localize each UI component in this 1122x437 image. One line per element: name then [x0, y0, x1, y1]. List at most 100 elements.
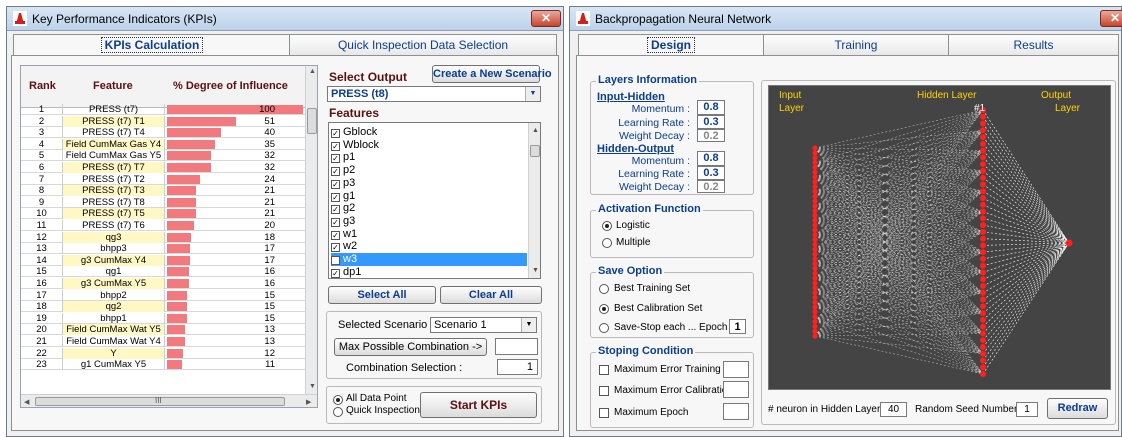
table-row[interactable]: 16 g3 CumMax Y5 16: [21, 278, 305, 289]
kpi-vscroll-thumb[interactable]: [307, 108, 317, 134]
max-error-training-checkbox[interactable]: [599, 365, 609, 375]
kpi-table[interactable]: Rank Feature % Degree of Influence 1 PRES…: [20, 65, 318, 408]
table-row[interactable]: 18 qg2 15: [21, 301, 305, 313]
checkbox-icon[interactable]: ✓: [331, 129, 340, 138]
save-stop-radio[interactable]: [599, 323, 609, 333]
kpi-close-button[interactable]: ✕: [531, 10, 561, 27]
kpi-titlebar[interactable]: Key Performance Indicators (KPIs) ✕: [7, 7, 563, 31]
checkbox-icon[interactable]: ✓: [331, 230, 340, 240]
feature-list-item[interactable]: ✓ Wblock: [331, 139, 527, 152]
table-row[interactable]: 2 PRESS (t7) T1 51: [21, 115, 305, 127]
neurons-field[interactable]: 40: [880, 402, 907, 417]
feature-list-item[interactable]: ✓ p3: [331, 177, 527, 190]
table-row[interactable]: 6 PRESS (t7) T7 32: [21, 162, 305, 173]
checkbox-icon[interactable]: ✓: [331, 217, 340, 227]
checkbox-icon[interactable]: ✓: [331, 192, 340, 202]
feature-list-item[interactable]: ✓ Gblock: [331, 126, 527, 139]
feature-list-item[interactable]: ✓ p1: [331, 151, 527, 164]
checkbox-icon[interactable]: ✓: [331, 256, 340, 265]
column-header-rank[interactable]: Rank: [29, 80, 56, 92]
chevron-down-icon[interactable]: ▼: [525, 87, 540, 101]
table-row[interactable]: 19 bhpp1 15: [21, 312, 305, 324]
redraw-button[interactable]: Redraw: [1047, 398, 1108, 419]
table-row[interactable]: 3 PRESS (t7) T4 40: [21, 127, 305, 139]
max-error-training-field[interactable]: [723, 361, 749, 378]
scenario-select[interactable]: Scenario 1 ▼: [430, 317, 537, 333]
feature-list-item[interactable]: ✓ p2: [331, 164, 527, 177]
tab-training[interactable]: Training: [763, 34, 949, 56]
checkbox-icon[interactable]: ✓: [331, 243, 340, 253]
max-epoch-checkbox[interactable]: [599, 408, 609, 418]
feature-list-item[interactable]: ✓ g3: [331, 215, 527, 228]
checkbox-icon[interactable]: ✓: [331, 179, 340, 189]
logistic-radio[interactable]: [602, 221, 612, 231]
table-row[interactable]: 14 g3 CumMax Y4 17: [21, 254, 305, 266]
tab-design[interactable]: Design: [578, 34, 764, 56]
table-row[interactable]: 10 PRESS (t7) T5 21: [21, 208, 305, 220]
table-row[interactable]: 7 PRESS (t7) T2 24: [21, 173, 305, 185]
all-data-radio[interactable]: [333, 395, 343, 405]
seed-field[interactable]: 1: [1016, 402, 1038, 417]
table-row[interactable]: 5 Field CumMax Gas Y5 32: [21, 150, 305, 162]
table-row[interactable]: 21 Field CumMax Wat Y4 13: [21, 336, 305, 347]
combination-selection-field[interactable]: 1: [497, 359, 538, 375]
table-row[interactable]: 11 PRESS (t7) T6 20: [21, 220, 305, 231]
scroll-left-icon[interactable]: ◀: [24, 398, 29, 406]
table-row[interactable]: 22 Y 12: [21, 347, 305, 359]
nn-titlebar[interactable]: Backpropagation Neural Network ✕: [570, 7, 1122, 31]
multiple-radio[interactable]: [602, 238, 612, 248]
table-row[interactable]: 1 PRESS (t7) 100: [21, 104, 305, 115]
feature-list-item[interactable]: ✓ g2: [331, 202, 527, 215]
scroll-up-icon[interactable]: ▲: [306, 68, 317, 75]
kpi-table-vscrollbar[interactable]: ▲ ▼: [305, 66, 317, 394]
kpi-table-hscrollbar[interactable]: ◀ III ▶: [21, 394, 317, 407]
features-vscrollbar[interactable]: ▲ ▼: [528, 123, 540, 278]
scroll-up-icon[interactable]: ▲: [529, 127, 540, 134]
checkbox-icon[interactable]: ✓: [331, 154, 340, 164]
column-header-feature[interactable]: Feature: [93, 80, 133, 92]
clear-all-button[interactable]: Clear All: [440, 286, 542, 304]
tab-results[interactable]: Results: [948, 34, 1119, 56]
ho-momentum-field[interactable]: 0.8: [697, 151, 725, 166]
ih-learning-rate-field[interactable]: 0.3: [697, 115, 725, 129]
quick-inspection-radio[interactable]: [333, 407, 343, 417]
best-calibration-radio[interactable]: [599, 304, 609, 314]
checkbox-icon[interactable]: ✓: [331, 205, 340, 215]
feature-list-item[interactable]: ✓ w1: [331, 228, 527, 241]
table-row[interactable]: 4 Field CumMax Gas Y4 35: [21, 138, 305, 150]
save-stop-epoch-field[interactable]: 1: [729, 319, 746, 334]
table-row[interactable]: 23 g1 CumMax Y5 11: [21, 359, 305, 371]
table-row[interactable]: 15 qg1 16: [21, 266, 305, 278]
features-vscroll-thumb[interactable]: [530, 145, 540, 157]
max-combination-field[interactable]: [495, 338, 538, 355]
output-select[interactable]: PRESS (t8) ▼: [327, 86, 541, 102]
table-row[interactable]: 13 bhpp3 17: [21, 243, 305, 255]
scroll-down-icon[interactable]: ▼: [529, 267, 540, 274]
checkbox-icon[interactable]: ✓: [331, 268, 340, 278]
table-row[interactable]: 9 PRESS (t7) T8 21: [21, 196, 305, 208]
max-error-calibration-field[interactable]: [723, 381, 749, 398]
feature-list-item[interactable]: ✓ w2: [331, 240, 527, 253]
tab-quick-inspection[interactable]: Quick Inspection Data Selection: [289, 34, 557, 56]
scroll-down-icon[interactable]: ▼: [306, 383, 317, 390]
checkbox-icon[interactable]: ✓: [331, 141, 340, 151]
chevron-down-icon[interactable]: ▼: [521, 318, 536, 332]
column-header-influence[interactable]: % Degree of Influence: [173, 80, 288, 92]
max-combination-button[interactable]: Max Possible Combination ->: [334, 338, 487, 356]
ih-weight-decay-field[interactable]: 0.2: [697, 129, 725, 142]
checkbox-icon[interactable]: ✓: [331, 167, 340, 177]
ih-momentum-field[interactable]: 0.8: [697, 100, 725, 115]
best-training-radio[interactable]: [599, 284, 609, 294]
table-row[interactable]: 20 Field CumMax Wat Y5 13: [21, 324, 305, 336]
features-list[interactable]: ✓ Gblock ✓ Wblock ✓ p1 ✓ p2 ✓ p3 ✓ g1 ✓ g2 ✓ g3 ✓ w1 ✓ w2 ✓ w…: [328, 122, 541, 279]
table-row[interactable]: 17 bhpp2 15: [21, 289, 305, 301]
create-scenario-button[interactable]: Create a New Scenario: [432, 65, 552, 83]
tab-kpis-calculation[interactable]: KPIs Calculation: [13, 34, 291, 56]
feature-list-item[interactable]: ✓ w3: [331, 253, 527, 266]
table-row[interactable]: 12 qg3 18: [21, 231, 305, 243]
max-error-calibration-checkbox[interactable]: [599, 386, 609, 396]
scroll-right-icon[interactable]: ▶: [306, 398, 311, 406]
select-all-button[interactable]: Select All: [328, 286, 436, 304]
ho-learning-rate-field[interactable]: 0.3: [697, 166, 725, 180]
feature-list-item[interactable]: ✓ g1: [331, 190, 527, 203]
